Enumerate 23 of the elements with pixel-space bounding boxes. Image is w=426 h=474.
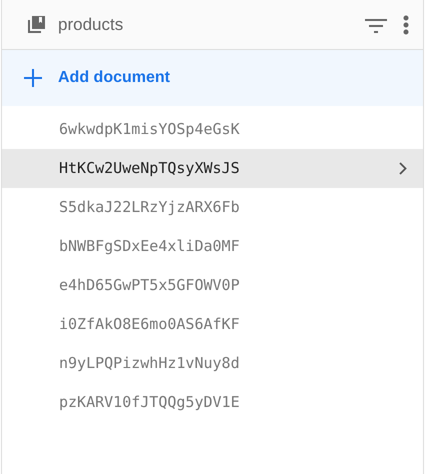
document-row[interactable]: pzKARV10fJTQQg5yDV1E <box>2 383 423 422</box>
collection-icon <box>26 14 46 34</box>
collection-title: products <box>58 14 124 36</box>
document-id: i0ZfAkO8E6mo0AS6AfKF <box>59 314 241 336</box>
document-row[interactable]: HtKCw2UweNpTQsyXWsJS <box>2 149 423 188</box>
document-id: pzKARV10fJTQQg5yDV1E <box>59 392 241 414</box>
document-row[interactable]: 6wkwdpK1misYOSp4eGsK <box>2 110 423 149</box>
document-row[interactable]: i0ZfAkO8E6mo0AS6AfKF <box>2 305 423 344</box>
document-row[interactable]: n9yLPQPizwhHz1vNuy8d <box>2 344 423 383</box>
document-row[interactable]: e4hD65GwPT5x5GFOWV0P <box>2 266 423 305</box>
document-row[interactable]: S5dkaJ22LRzYjzARX6Fb <box>2 188 423 227</box>
more-options-icon[interactable] <box>403 14 409 34</box>
chevron-right-icon <box>399 162 407 175</box>
document-id: 6wkwdpK1misYOSp4eGsK <box>59 119 241 140</box>
document-row[interactable]: bNWBFgSDxEe4xliDa0MF <box>2 227 423 266</box>
document-id: S5dkaJ22LRzYjzARX6Fb <box>59 197 241 218</box>
filter-icon[interactable] <box>365 16 387 32</box>
add-document-button[interactable]: Add document <box>24 66 170 90</box>
document-id: HtKCw2UweNpTQsyXWsJS <box>59 158 241 180</box>
document-id: n9yLPQPizwhHz1vNuy8d <box>59 353 241 374</box>
document-id: bNWBFgSDxEe4xliDa0MF <box>59 236 241 258</box>
document-id: e4hD65GwPT5x5GFOWV0P <box>59 275 241 296</box>
plus-icon <box>24 69 42 87</box>
